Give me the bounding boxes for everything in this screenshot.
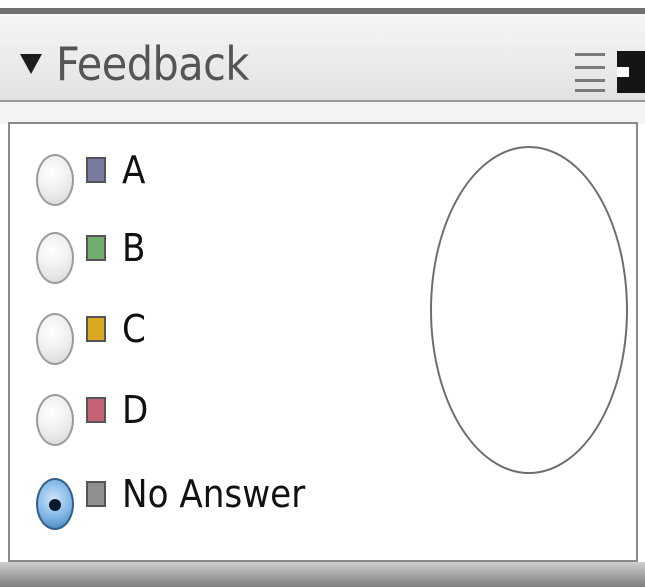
color-swatch-d	[86, 397, 106, 423]
radio-button-no-answer[interactable]	[36, 478, 74, 530]
panel-title: Feedback	[56, 37, 249, 91]
radio-selected-dot	[49, 499, 61, 511]
radio-button-d[interactable]	[36, 394, 74, 446]
option-label-a: A	[122, 148, 146, 192]
bottom-border	[0, 562, 645, 587]
header-gap	[0, 102, 645, 124]
radio-button-a[interactable]	[36, 154, 74, 206]
radio-button-c[interactable]	[36, 313, 74, 365]
panel-options-block-icon	[617, 51, 645, 93]
option-d[interactable]: D	[36, 388, 366, 450]
color-swatch-c	[86, 316, 106, 342]
option-a[interactable]: A	[36, 148, 366, 210]
option-label-c: C	[122, 307, 146, 351]
feedback-content: A B C D No Answer	[8, 122, 638, 562]
response-pie-chart	[430, 146, 628, 474]
option-no-answer[interactable]: No Answer	[36, 472, 366, 534]
panel-header[interactable]: Feedback	[0, 14, 645, 102]
color-swatch-no-answer	[86, 481, 106, 507]
collapse-triangle-icon[interactable]	[20, 54, 42, 74]
color-swatch-b	[86, 235, 106, 261]
feedback-panel-window: Feedback A B C D No Answer	[0, 0, 645, 587]
option-label-d: D	[122, 388, 149, 432]
panel-menu-icon[interactable]	[575, 51, 645, 93]
color-swatch-a	[86, 157, 106, 183]
option-label-no-answer: No Answer	[122, 472, 306, 516]
top-border	[0, 0, 645, 14]
option-label-b: B	[122, 226, 146, 270]
option-b[interactable]: B	[36, 226, 366, 288]
option-c[interactable]: C	[36, 307, 366, 369]
radio-button-b[interactable]	[36, 232, 74, 284]
